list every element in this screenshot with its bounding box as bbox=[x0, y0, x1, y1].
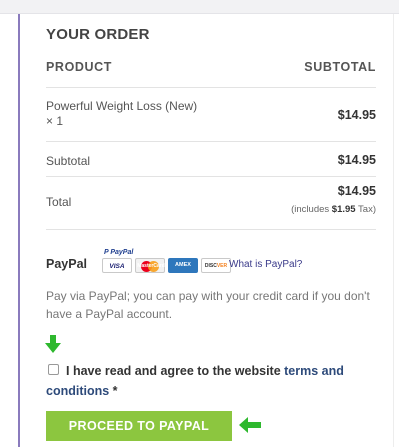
product-price: $14.95 bbox=[337, 108, 376, 122]
right-border bbox=[393, 14, 394, 447]
subtotal-value: $14.95 bbox=[337, 153, 376, 167]
tax-amount: $1.95 bbox=[331, 204, 356, 215]
total-label: Total bbox=[46, 195, 72, 209]
product-quantity: × 1 bbox=[46, 114, 64, 128]
top-bar bbox=[0, 0, 399, 14]
column-product: PRODUCT bbox=[46, 60, 113, 74]
mastercard-icon: MasterCard bbox=[135, 258, 165, 273]
amex-card-icon: AMEX bbox=[168, 258, 198, 273]
total-value: $14.95 bbox=[337, 184, 376, 198]
arrow-left-icon bbox=[239, 417, 261, 433]
what-is-paypal-link[interactable]: What is PayPal? bbox=[229, 259, 302, 270]
payment-description: Pay via PayPal; you can pay with your cr… bbox=[46, 289, 370, 321]
left-border bbox=[18, 14, 20, 447]
discover-card-icon: DISCVER bbox=[201, 258, 231, 273]
tax-note: (includes $1.95 Tax) bbox=[291, 204, 376, 215]
table-header: PRODUCT SUBTOTAL bbox=[46, 60, 376, 84]
column-subtotal: SUBTOTAL bbox=[304, 60, 376, 74]
visa-card-icon: VISA bbox=[102, 258, 132, 273]
payment-method-label: PayPal bbox=[46, 257, 88, 271]
order-heading: YOUR ORDER bbox=[46, 26, 150, 43]
product-name: Powerful Weight Loss (New) × 1 bbox=[46, 99, 246, 129]
paypal-logo: P PayPal bbox=[104, 249, 134, 256]
arrow-down-icon bbox=[45, 335, 61, 353]
terms-checkbox[interactable] bbox=[48, 364, 59, 375]
divider bbox=[46, 176, 376, 177]
proceed-to-paypal-button[interactable]: PROCEED TO PAYPAL bbox=[46, 411, 232, 441]
divider bbox=[46, 87, 376, 88]
divider bbox=[46, 229, 376, 230]
subtotal-label: Subtotal bbox=[46, 154, 91, 168]
terms-label: I have read and agree to the website ter… bbox=[46, 364, 344, 398]
divider bbox=[46, 141, 376, 142]
